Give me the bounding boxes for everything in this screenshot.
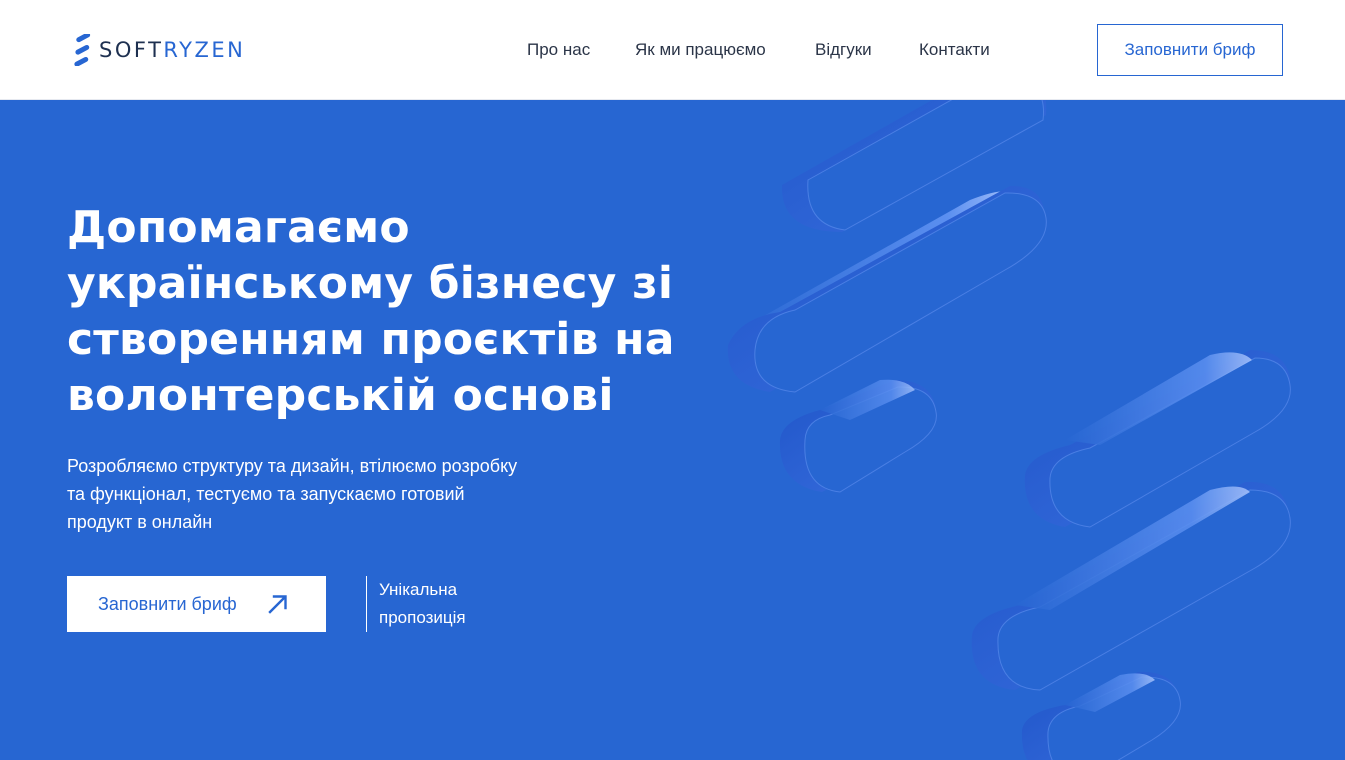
nav-item-reviews[interactable]: Відгуки <box>815 40 872 60</box>
hero-subtitle-line: та функціонал, тестуємо та запускаємо го… <box>67 484 465 504</box>
header-brief-button[interactable]: Заповнити бриф <box>1097 24 1283 76</box>
hero-title-line: українському бізнесу зі <box>67 258 674 309</box>
hero-brief-button-label: Заповнити бриф <box>98 593 237 614</box>
hero-title: Допомагаємо українському бізнесу зі ство… <box>67 200 707 424</box>
hero-title-line: волонтерській основі <box>67 370 614 421</box>
logo-text: SOFTRYZEN <box>99 38 246 62</box>
hero-title-line: створенням проєктів на <box>67 314 675 365</box>
unique-offer-link[interactable]: Унікальна пропозиція <box>379 576 519 632</box>
decorative-3d-pills <box>727 100 1291 760</box>
hero-title-line: Допомагаємо <box>67 202 410 253</box>
nav-item-about[interactable]: Про нас <box>527 40 590 60</box>
logo[interactable]: SOFTRYZEN <box>73 34 245 66</box>
decorative-pill <box>971 481 1291 691</box>
nav-item-how-we-work[interactable]: Як ми працюємо <box>635 40 766 60</box>
hero-subtitle: Розробляємо структуру та дизайн, втілюєм… <box>67 452 587 536</box>
cta-divider <box>366 576 367 632</box>
unique-offer-line: Унікальна <box>379 580 458 599</box>
softryzen-logo-icon <box>74 34 91 66</box>
hero-brief-button[interactable]: Заповнити бриф <box>67 576 326 632</box>
site-header: SOFTRYZEN Про нас Як ми працюємо Відгуки… <box>0 0 1345 100</box>
nav-item-contacts[interactable]: Контакти <box>919 40 990 60</box>
hero-subtitle-line: Розробляємо структуру та дизайн, втілюєм… <box>67 456 518 476</box>
arrow-up-right-icon <box>268 595 287 614</box>
decorative-pill <box>779 379 937 493</box>
decorative-pill <box>727 185 1047 393</box>
unique-offer-line: пропозиція <box>379 608 466 627</box>
hero-subtitle-line: продукт в онлайн <box>67 512 213 532</box>
